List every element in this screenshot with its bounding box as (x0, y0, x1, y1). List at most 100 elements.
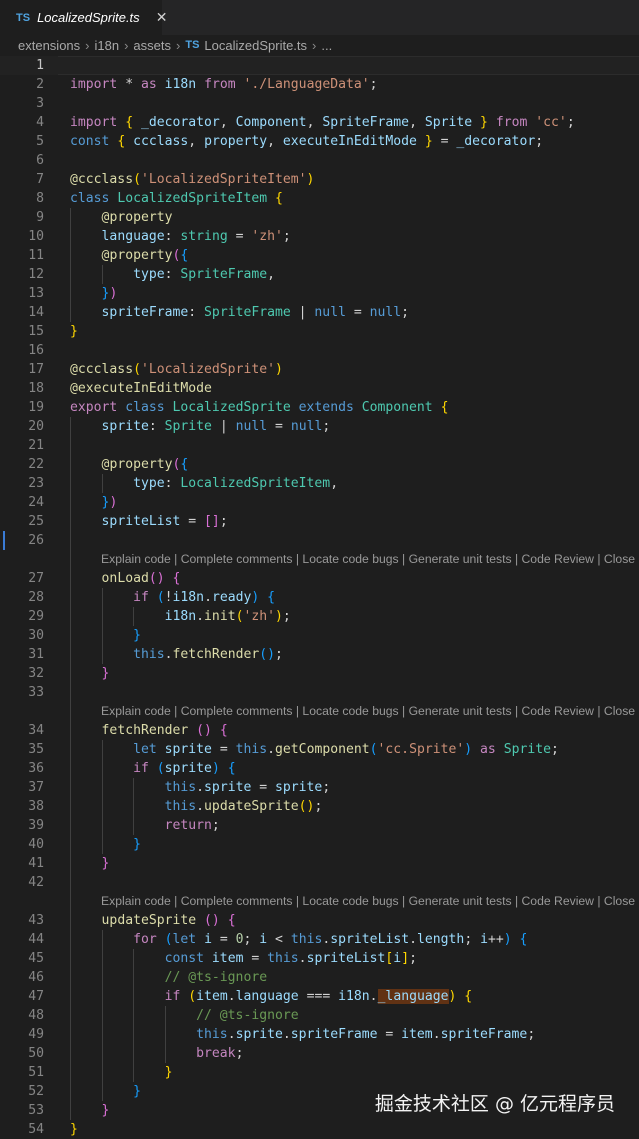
code-line[interactable]: 31 this.fetchRender(); (0, 645, 639, 664)
editor-tab[interactable]: TS LocalizedSprite.ts ✕ (0, 0, 167, 35)
code-token: ; (566, 115, 575, 130)
code-line[interactable]: 4 import { _decorator, Component, SpriteF… (0, 113, 639, 132)
code-line[interactable]: 11 @property({ (0, 246, 639, 265)
line-number: 33 (28, 685, 44, 700)
code-line[interactable]: 26 (0, 531, 639, 550)
codelens-actions[interactable]: Explain code | Complete comments | Locat… (101, 892, 639, 911)
code-line[interactable]: 8 class LocalizedSpriteItem { (0, 189, 639, 208)
code-line[interactable]: 3 (0, 94, 639, 113)
code-line[interactable]: 27 onLoad() { (0, 569, 639, 588)
line-number: 26 (28, 533, 44, 548)
code-line[interactable]: 54} (0, 1120, 639, 1139)
code-line[interactable]: 47 if (item.language === i18n._language)… (0, 987, 639, 1006)
code-line[interactable]: 12 type: SpriteFrame, (0, 265, 639, 284)
code-line[interactable]: 19 export class LocalizedSprite extends C… (0, 398, 639, 417)
code-line[interactable]: 5 const { ccclass, property, executeInEdi… (0, 132, 639, 151)
code-line[interactable]: 10 language: string = 'zh'; (0, 227, 639, 246)
code-line[interactable]: 51 } (0, 1063, 639, 1082)
code-line[interactable]: 24 }) (0, 493, 639, 512)
code-line[interactable]: 30 } (0, 626, 639, 645)
code-token: { (172, 571, 181, 586)
code-line[interactable]: 16 (0, 341, 639, 360)
code-line[interactable]: 33 (0, 683, 639, 702)
line-number: 36 (28, 761, 44, 776)
breadcrumb-item-i18n[interactable]: i18n (95, 38, 120, 53)
code-line[interactable]: 46 // @ts-ignore (0, 968, 639, 987)
code-text: @property({ (70, 455, 189, 474)
code-token: 'LocalizedSprite' (140, 362, 275, 377)
code-token: LocalizedSpriteItem (180, 476, 331, 491)
code-token: property (109, 210, 173, 225)
code-line[interactable]: 34 fetchRender () { (0, 721, 639, 740)
line-number: 32 (28, 666, 44, 681)
code-line[interactable]: 28 if (!i18n.ready) { (0, 588, 639, 607)
code-line[interactable]: 43 updateSprite () { (0, 911, 639, 930)
code-line[interactable]: 36 if (sprite) { (0, 759, 639, 778)
code-line[interactable]: 48 // @ts-ignore (0, 1006, 639, 1025)
breadcrumb-item-file[interactable]: LocalizedSprite.ts (204, 38, 307, 53)
code-token: property (109, 457, 173, 472)
code-token: ) (503, 932, 512, 947)
breadcrumb-item-symbols[interactable]: ... (321, 38, 332, 53)
code-line[interactable]: 13 }) (0, 284, 639, 303)
code-line[interactable]: 14 spriteFrame: SpriteFrame | null = nul… (0, 303, 639, 322)
code-token: : (188, 305, 205, 320)
codelens-actions[interactable]: Explain code | Complete comments | Locat… (101, 550, 639, 569)
code-line[interactable]: 40 } (0, 835, 639, 854)
line-number: 46 (28, 970, 44, 985)
line-number: 40 (28, 837, 44, 852)
code-token: return (164, 818, 212, 833)
codelens-actions[interactable]: Explain code | Complete comments | Locat… (101, 702, 639, 721)
code-token: ; (322, 419, 331, 434)
line-number: 27 (28, 571, 44, 586)
chevron-right-icon: › (176, 37, 181, 53)
line-number: 34 (28, 723, 44, 738)
code-text: onLoad() { (70, 569, 181, 588)
code-line[interactable]: 37 this.sprite = sprite; (0, 778, 639, 797)
code-line[interactable]: 39 return; (0, 816, 639, 835)
code-line[interactable]: 20 sprite: Sprite | null = null; (0, 417, 639, 436)
breadcrumb-item-assets[interactable]: assets (133, 38, 171, 53)
code-token: import (70, 115, 118, 130)
code-line[interactable]: 1 (0, 56, 639, 75)
code-text: this.sprite = sprite; (70, 778, 331, 797)
code-token: onLoad (101, 571, 149, 586)
code-line[interactable]: 38 this.updateSprite(); (0, 797, 639, 816)
code-line[interactable]: 44 for (let i = 0; i < this.spriteList.l… (0, 930, 639, 949)
code-token: } (70, 1122, 78, 1137)
code-token: * (117, 77, 141, 92)
code-line[interactable]: 21 (0, 436, 639, 455)
code-line[interactable]: 50 break; (0, 1044, 639, 1063)
code-line[interactable]: 45 const item = this.spriteList[i]; (0, 949, 639, 968)
code-line[interactable]: 2 import * as i18n from './LanguageData'; (0, 75, 639, 94)
code-line[interactable]: 49 this.sprite.spriteFrame = item.sprite… (0, 1025, 639, 1044)
typescript-file-icon: TS (185, 39, 200, 51)
close-tab-icon[interactable]: ✕ (156, 9, 168, 26)
code-line[interactable]: 41 } (0, 854, 639, 873)
code-line[interactable]: 22 @property({ (0, 455, 639, 474)
code-line[interactable]: 35 let sprite = this.getComponent('cc.Sp… (0, 740, 639, 759)
code-line[interactable]: 9 @property (0, 208, 639, 227)
code-line[interactable]: 29 i18n.init('zh'); (0, 607, 639, 626)
code-token: = (243, 951, 268, 966)
code-token: } (101, 1103, 110, 1118)
code-text: // @ts-ignore (70, 1006, 298, 1025)
code-token: = (211, 742, 236, 757)
code-line[interactable]: 23 type: LocalizedSpriteItem, (0, 474, 639, 493)
code-line[interactable]: 7 @ccclass('LocalizedSpriteItem') (0, 170, 639, 189)
code-line[interactable]: 6 (0, 151, 639, 170)
code-token: Component (235, 115, 307, 130)
code-line[interactable]: 17 @ccclass('LocalizedSprite') (0, 360, 639, 379)
code-token: . (267, 742, 276, 757)
code-line[interactable]: 15} (0, 322, 639, 341)
code-editor[interactable]: 1 2 import * as i18n from './LanguageData'… (0, 56, 639, 1137)
code-line[interactable]: 42 (0, 873, 639, 892)
code-token: export (70, 400, 118, 415)
code-line[interactable]: 25 spriteList = []; (0, 512, 639, 531)
breadcrumb-item-extensions[interactable]: extensions (18, 38, 80, 53)
code-line[interactable]: 18 @executeInEditMode (0, 379, 639, 398)
code-line[interactable]: 32 } (0, 664, 639, 683)
